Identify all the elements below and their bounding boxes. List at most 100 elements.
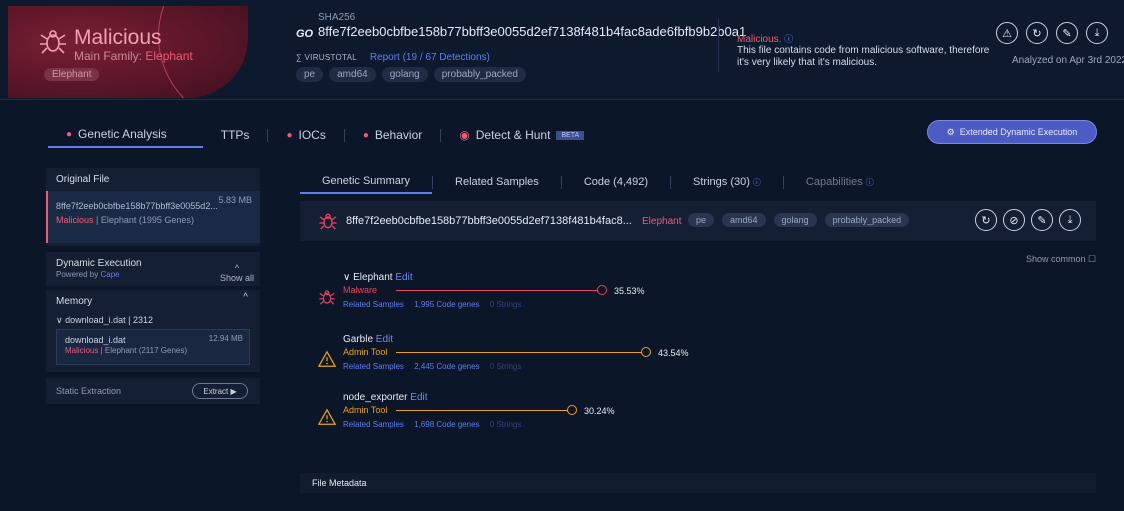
strings-link[interactable]: 0 Strings xyxy=(490,362,522,371)
tab-strings[interactable]: Strings (30) ⓘ xyxy=(671,170,783,194)
virustotal-row: ∑ VIRUSTOTAL Report (19 / 67 Detections) xyxy=(296,52,490,63)
related-samples-link[interactable]: Related Samples xyxy=(343,300,404,309)
tab-related-samples[interactable]: Related Samples xyxy=(433,170,561,194)
tab-label: IOCs xyxy=(298,128,326,142)
show-all-label: Show all xyxy=(219,273,254,283)
pill-icon[interactable]: ⊘ xyxy=(1003,209,1025,231)
warning-icon[interactable]: ⚠ xyxy=(996,22,1018,44)
tab-label: Behavior xyxy=(374,128,423,142)
memory-title: Memory xyxy=(56,296,93,307)
verdict-label: Malicious xyxy=(65,346,99,355)
refresh-icon[interactable]: ↻ xyxy=(1026,22,1048,44)
verdict-description: This file contains code from malicious s… xyxy=(737,45,990,68)
header-actions: ⚠ ↻ ✎ ⤓ xyxy=(996,22,1108,44)
refresh-icon[interactable]: ↻ xyxy=(975,209,997,231)
strings-link[interactable]: 0 Strings xyxy=(490,420,522,429)
tab-label: Capabilities xyxy=(805,176,863,188)
original-file-item[interactable]: 5.83 MB 8ffe7f2eeb0cbfbe158b77bbff3e0055… xyxy=(46,191,260,243)
similarity-percent: 43.54% xyxy=(658,348,689,358)
tag: pe xyxy=(296,67,324,82)
edit-link[interactable]: Edit xyxy=(410,392,427,403)
tag: probably_packed xyxy=(433,67,526,82)
related-samples-link[interactable]: Related Samples xyxy=(343,420,404,429)
tag: amd64 xyxy=(329,67,376,82)
memory-header[interactable]: Memory ^ xyxy=(46,290,260,313)
sha-label: SHA256 xyxy=(318,12,356,23)
tab-label: Detect & Hunt xyxy=(475,128,551,142)
extended-dynamic-execution-button[interactable]: ⚙ Extended Dynamic Execution xyxy=(927,120,1097,144)
similarity-percent: 30.24% xyxy=(584,406,615,416)
family-name-label: Elephant xyxy=(353,272,393,283)
family-label: Elephant (1995 Genes) xyxy=(100,215,194,225)
chevron-up-icon: ^ xyxy=(243,292,248,303)
edit-link[interactable]: Edit xyxy=(376,334,393,345)
memory-dump-label: download_i.dat | 2312 xyxy=(65,315,154,325)
memory-dump-toggle[interactable]: ∨ download_i.dat | 2312 xyxy=(46,313,260,328)
tab-label: Genetic Analysis xyxy=(78,127,167,141)
show-all-toggle[interactable]: ^ Show all xyxy=(220,263,254,283)
memory-file-item[interactable]: 12.94 MB download_i.dat Malicious | Elep… xyxy=(56,329,250,365)
family-name[interactable]: ∨ Elephant Edit xyxy=(343,272,413,283)
tab-code[interactable]: Code (4,492) xyxy=(562,170,670,194)
download-icon[interactable]: ⤓ xyxy=(1059,209,1081,231)
info-icon: ⓘ xyxy=(865,177,874,187)
tab-behavior[interactable]: ● Behavior xyxy=(345,122,440,148)
sub-tabs: Genetic Summary Related Samples Code (4,… xyxy=(300,170,896,194)
family-name-label: node_exporter xyxy=(343,392,408,403)
chevron-down-icon: ∨ xyxy=(56,315,66,325)
code-genes-link[interactable]: 1,698 Code genes xyxy=(414,420,479,429)
tab-capabilities[interactable]: Capabilities ⓘ xyxy=(784,170,896,194)
tab-genetic-summary[interactable]: Genetic Summary xyxy=(300,170,433,194)
verdict-detail-label: Malicious. xyxy=(737,34,782,45)
info-icon[interactable]: ⓘ xyxy=(784,34,793,44)
family-label: Elephant (2117 Genes) xyxy=(104,346,188,355)
show-common-checkbox[interactable]: Show common ☐ xyxy=(1026,254,1096,265)
tab-detect-hunt[interactable]: ◉ Detect & Hunt BETA xyxy=(441,122,602,148)
verdict-label: Malicious xyxy=(56,215,94,225)
file-tags: pe amd64 golang probably_packed xyxy=(688,213,910,227)
syringe-icon[interactable]: ✎ xyxy=(1056,22,1078,44)
button-label: Extended Dynamic Execution xyxy=(959,127,1078,137)
beta-badge: BETA xyxy=(556,130,585,140)
memory-card: Memory ^ ∨ download_i.dat | 2312 12.94 M… xyxy=(46,290,260,372)
static-extraction-label: Static Extraction xyxy=(56,386,122,396)
target-icon: ◉ xyxy=(459,128,470,142)
bug-icon xyxy=(319,213,337,230)
file-verdict: Malicious | Elephant (2117 Genes) xyxy=(65,346,241,355)
cape-link[interactable]: Cape xyxy=(100,270,119,279)
similarity-knob xyxy=(597,285,607,295)
family-name[interactable]: node_exporter Edit xyxy=(343,392,428,403)
edit-link[interactable]: Edit xyxy=(395,272,412,283)
tag: golang xyxy=(381,67,428,82)
similarity-bar xyxy=(396,352,642,353)
syringe-icon[interactable]: ✎ xyxy=(1031,209,1053,231)
family-classification: Admin Tool xyxy=(343,347,388,357)
virustotal-report-link[interactable]: Report (19 / 67 Detections) xyxy=(370,52,490,63)
verdict-family: Main Family: Elephant xyxy=(74,49,193,63)
dynamic-execution-card[interactable]: Dynamic Execution Powered by Cape ^ Show… xyxy=(46,252,260,286)
family-name[interactable]: Garble Edit xyxy=(343,334,393,345)
info-icon: ⓘ xyxy=(752,177,761,187)
code-genes-link[interactable]: 2,445 Code genes xyxy=(414,362,479,371)
tag: pe xyxy=(688,213,715,227)
tab-label: Strings (30) xyxy=(693,176,750,188)
related-samples-link[interactable]: Related Samples xyxy=(343,362,404,371)
strings-link[interactable]: 0 Strings xyxy=(490,300,522,309)
tab-genetic-analysis[interactable]: ● Genetic Analysis xyxy=(48,122,203,148)
original-file-card: Original File 5.83 MB 8ffe7f2eeb0cbfbe15… xyxy=(46,168,260,246)
gear-icon: ⚙ xyxy=(946,126,955,137)
similarity-knob xyxy=(641,347,651,357)
tab-ttps[interactable]: TTPs xyxy=(203,122,268,148)
family-name-label: Garble xyxy=(343,334,374,345)
extract-button[interactable]: Extract ▶ xyxy=(192,383,248,399)
sha-value[interactable]: 8ffe7f2eeb0cbfbe158b77bbff3e0055d2ef7138… xyxy=(318,24,746,39)
family-classification: Malware xyxy=(343,285,378,295)
warning-icon xyxy=(318,408,336,425)
similarity-bar xyxy=(396,410,568,411)
file-summary-row: 8ffe7f2eeb0cbfbe158b77bbff3e0055d2ef7138… xyxy=(300,201,1096,241)
tab-iocs[interactable]: ● IOCs xyxy=(268,122,343,148)
download-icon[interactable]: ⤓ xyxy=(1086,22,1108,44)
code-genes-link[interactable]: 1,995 Code genes xyxy=(414,300,479,309)
similarity-bar xyxy=(396,290,598,291)
file-metadata-section[interactable]: File Metadata xyxy=(300,473,1096,493)
